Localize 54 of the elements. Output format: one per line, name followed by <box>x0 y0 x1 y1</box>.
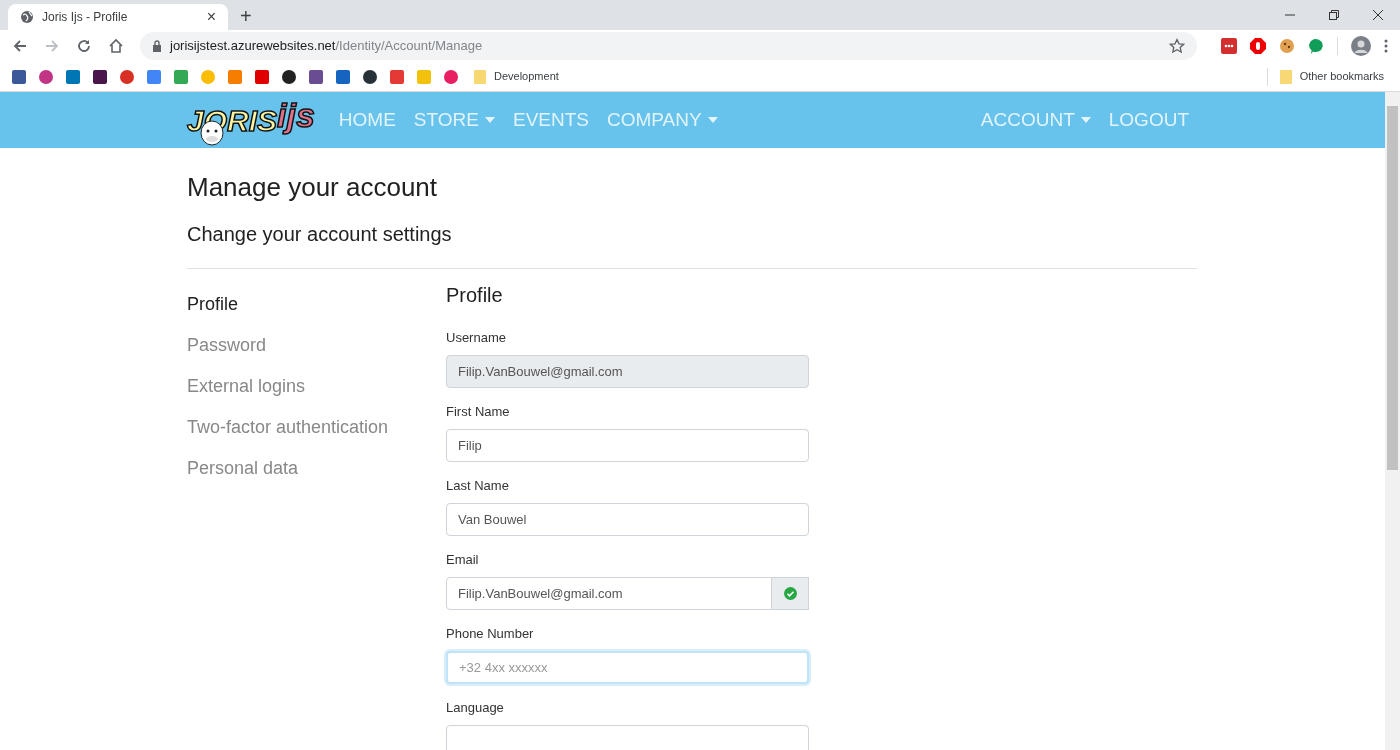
input-field[interactable]: +32 4xx xxxxxx <box>446 650 809 684</box>
chat-bubble-icon[interactable] <box>1308 38 1324 54</box>
restore-icon[interactable] <box>1328 9 1340 21</box>
extension-icon[interactable] <box>1221 38 1237 54</box>
home-icon[interactable] <box>108 38 124 54</box>
tab-title: Joris Ijs - Profile <box>42 9 129 26</box>
input-field[interactable]: Filip <box>446 428 809 462</box>
menu-icon[interactable] <box>1384 39 1388 53</box>
sidebar-link[interactable]: External logins <box>187 372 446 399</box>
avatar-icon[interactable] <box>1351 36 1371 56</box>
stop-hand-icon[interactable] <box>1250 38 1266 54</box>
address-bar[interactable]: jorisijstest.azurewebsites.net/Identity/Account/Manage <box>140 32 1197 60</box>
caret-icon <box>1080 117 1091 123</box>
close-icon[interactable] <box>1372 9 1384 21</box>
sidebar-link[interactable]: Password <box>187 331 446 358</box>
bookmark-folder[interactable]: Development <box>474 68 559 85</box>
scrollbar-thumb[interactable] <box>1387 106 1398 470</box>
field-label: First Name <box>446 403 511 420</box>
star-icon[interactable] <box>1169 38 1185 54</box>
bookmark-icon[interactable] <box>363 69 377 84</box>
browser-tab[interactable]: Joris Ijs - Profile × <box>8 4 228 30</box>
field-label: Language <box>446 699 505 716</box>
bookmark-icon[interactable] <box>93 69 107 84</box>
folder-icon <box>474 69 486 84</box>
reload-icon[interactable] <box>76 38 92 54</box>
check-icon <box>783 586 797 600</box>
bookmark-icon[interactable] <box>282 69 296 84</box>
lock-icon <box>152 40 162 52</box>
other-bookmarks-folder[interactable]: Other bookmarks <box>1279 68 1384 85</box>
field-label: Last Name <box>446 477 510 494</box>
caret-icon <box>484 117 495 123</box>
caret-icon <box>707 117 718 123</box>
field-label: Phone Number <box>446 625 535 642</box>
back-icon[interactable] <box>12 38 28 54</box>
page-subtitle: Change your account settings <box>187 221 453 247</box>
bookmark-icon[interactable] <box>12 69 26 84</box>
new-tab-button[interactable]: + <box>240 6 252 26</box>
input-field[interactable]: Filip.VanBouwel@gmail.com <box>446 576 772 610</box>
close-tab-button[interactable]: × <box>206 9 216 25</box>
sidebar-link[interactable]: Two-factor authentication <box>187 413 446 440</box>
scrollbar[interactable] <box>1385 92 1400 750</box>
folder-icon <box>1279 69 1292 84</box>
sidebar-link[interactable]: Personal data <box>187 454 446 481</box>
globe-icon <box>20 10 34 24</box>
bookmark-icon[interactable] <box>309 69 323 84</box>
field-label: Email <box>446 551 480 568</box>
input-field[interactable] <box>446 724 809 750</box>
input-field[interactable]: Van Bouwel <box>446 502 809 536</box>
url-text: jorisijstest.azurewebsites.net/Identity/Account/Manage <box>170 37 484 56</box>
field-label: Username <box>446 329 507 346</box>
page-title: Manage your account <box>187 171 439 204</box>
section-title: Profile <box>446 282 504 308</box>
cookie-icon[interactable] <box>1279 38 1295 54</box>
sidebar-link[interactable]: Profile <box>187 290 446 317</box>
